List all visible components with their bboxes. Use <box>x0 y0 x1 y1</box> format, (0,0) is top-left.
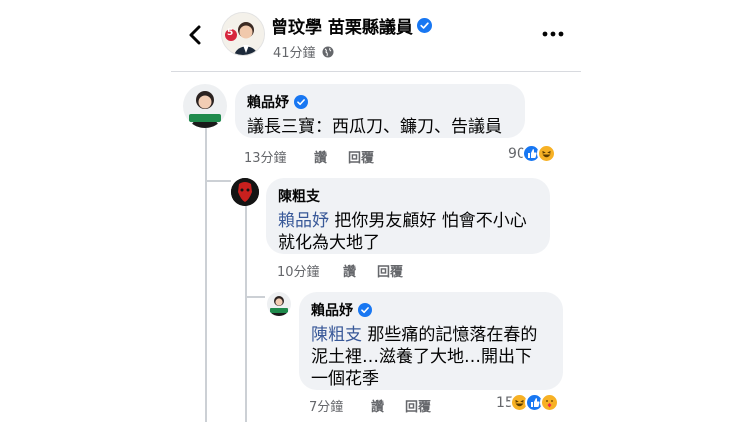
page-name[interactable]: 曾玟學 苗栗縣議員 <box>271 13 432 38</box>
nested-reply-text-line2: 泥土裡…滋養了大地…開出下 <box>311 347 532 367</box>
post-meta: 41分鐘 <box>273 42 334 61</box>
thread-line-branch-1 <box>205 180 231 182</box>
post-header: 5 曾玟學 苗栗縣議員 41分鐘 <box>171 0 581 72</box>
comment-bubble: 賴品妤 議長三寶：西瓜刀、鐮刀、告議員 <box>235 84 525 138</box>
thread-line-main <box>205 128 207 422</box>
comment-avatar[interactable] <box>183 84 227 128</box>
back-button[interactable] <box>183 20 209 50</box>
nested-reply-text-line1: 那些痛的記憶落在春的 <box>362 325 538 345</box>
comment-text: 議長三寶：西瓜刀、鐮刀、告議員 <box>247 117 502 137</box>
nested-reply-author-name[interactable]: 賴品妤 <box>311 300 353 320</box>
reply-text: 賴品妤 把你男友顧好 怕會不小心 就化為大地了 <box>278 210 538 254</box>
reply-button[interactable]: 回覆 <box>377 261 403 280</box>
verified-icon <box>358 303 372 317</box>
comment-actions: 13分鐘 讚 回覆 <box>244 147 374 166</box>
nested-reply-text: 陳粗支 那些痛的記憶落在春的 泥土裡…滋養了大地…開出下 一個花季 <box>311 324 551 390</box>
reply-author-name[interactable]: 陳粗支 <box>278 186 320 206</box>
nested-reply-author[interactable]: 賴品妤 <box>311 300 551 320</box>
reply-time[interactable]: 10分鐘 <box>277 261 343 280</box>
page-avatar[interactable]: 5 <box>221 12 265 56</box>
reply-button[interactable]: 回覆 <box>405 396 431 415</box>
reply-actions: 10分鐘 讚 回覆 <box>277 261 403 280</box>
more-options-button[interactable] <box>541 24 565 44</box>
avatar-badge-number: 5 <box>227 28 234 38</box>
left-margin <box>0 0 171 422</box>
thread-line-reply <box>245 206 247 422</box>
reply-text-line2: 就化為大地了 <box>278 233 380 253</box>
haha-icon <box>536 144 556 163</box>
nested-reply-actions: 7分鐘 讚 回覆 <box>309 396 431 415</box>
thread-line-branch-2 <box>245 296 265 298</box>
post-time[interactable]: 41分鐘 <box>273 42 316 61</box>
mention-link[interactable]: 陳粗支 <box>311 325 362 345</box>
nested-reply-text-line3: 一個花季 <box>311 369 379 389</box>
reply-bubble: 陳粗支 賴品妤 把你男友顧好 怕會不小心 就化為大地了 <box>266 178 550 254</box>
nested-reply-avatar[interactable] <box>267 292 291 316</box>
reply-author[interactable]: 陳粗支 <box>278 186 538 206</box>
nested-reply-time[interactable]: 7分鐘 <box>309 396 371 415</box>
more-icon <box>542 31 564 37</box>
verified-icon <box>294 95 308 109</box>
comment-author-name[interactable]: 賴品妤 <box>247 92 289 112</box>
like-button[interactable]: 讚 <box>314 147 348 166</box>
comment-thread-view: 5 曾玟學 苗栗縣議員 41分鐘 賴品妤 議長三寶：西瓜刀、鐮刀、告議員 13分… <box>171 0 581 422</box>
reply-text-line1: 把你男友顧好 怕會不小心 <box>329 211 527 231</box>
right-margin <box>581 0 750 422</box>
care-icon <box>539 393 559 412</box>
nested-reply-bubble: 賴品妤 陳粗支 那些痛的記憶落在春的 泥土裡…滋養了大地…開出下 一個花季 <box>299 292 563 390</box>
mention-link[interactable]: 賴品妤 <box>278 211 329 231</box>
reaction-summary[interactable]: 15 <box>496 393 559 412</box>
reply-button[interactable]: 回覆 <box>348 147 374 166</box>
reply-avatar[interactable] <box>231 178 259 206</box>
verified-icon <box>416 18 432 33</box>
back-arrow-icon <box>189 25 201 45</box>
page-name-text[interactable]: 曾玟學 苗栗縣議員 <box>271 13 413 38</box>
globe-icon <box>322 46 334 57</box>
reaction-summary[interactable]: 90 <box>508 144 556 163</box>
like-button[interactable]: 讚 <box>371 396 405 415</box>
comment-author[interactable]: 賴品妤 <box>247 92 513 112</box>
comment-time[interactable]: 13分鐘 <box>244 147 314 166</box>
like-button[interactable]: 讚 <box>343 261 377 280</box>
